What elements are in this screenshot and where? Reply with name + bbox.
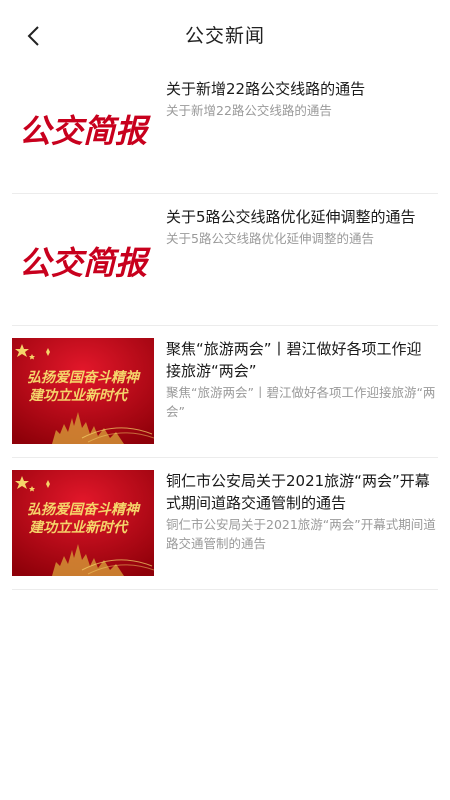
banner-text-line-1: 弘扬爱国奋斗精神 <box>27 501 141 518</box>
banner-text-line-2: 建功立业新时代 <box>28 519 129 536</box>
news-title: 铜仁市公安局关于2021旅游“两会”开幕式期间道路交通管制的通告 <box>166 472 430 512</box>
news-thumbnail: 公交简报 <box>12 74 154 180</box>
news-thumbnail: 弘扬爱国奋斗精神 建功立业新时代 <box>12 338 154 444</box>
news-summary: 聚焦“旅游两会”丨碧江做好各项工作迎接旅游“两会” <box>166 385 436 419</box>
page-title: 公交新闻 <box>184 25 265 47</box>
thumb-brand-text: 公交简报 <box>19 112 151 150</box>
banner-text-line-2: 建功立业新时代 <box>28 387 129 404</box>
news-title: 关于5路公交线路优化延伸调整的通告 <box>166 208 416 226</box>
news-item[interactable]: 公交简报 关于新增22路公交线路的通告 关于新增22路公交线路的通告 <box>12 62 438 194</box>
banner-text-line-1: 弘扬爱国奋斗精神 <box>27 369 141 386</box>
thumb-brand-text: 公交简报 <box>19 244 151 282</box>
news-title: 关于新增22路公交线路的通告 <box>166 80 366 98</box>
news-summary: 铜仁市公安局关于2021旅游“两会”开幕式期间道路交通管制的通告 <box>166 517 436 551</box>
news-summary: 关于新增22路公交线路的通告 <box>166 103 332 118</box>
news-thumbnail: 弘扬爱国奋斗精神 建功立业新时代 <box>12 470 154 576</box>
news-item[interactable]: 公交简报 关于5路公交线路优化延伸调整的通告 关于5路公交线路优化延伸调整的通告 <box>12 194 438 326</box>
news-thumbnail: 公交简报 <box>12 206 154 312</box>
news-item[interactable]: 弘扬爱国奋斗精神 建功立业新时代 铜仁市公安局关于2021旅游“两会”开幕式期间… <box>12 458 438 590</box>
news-list: 公交简报 关于新增22路公交线路的通告 关于新增22路公交线路的通告 公交简报 … <box>0 62 450 590</box>
news-item[interactable]: 弘扬爱国奋斗精神 建功立业新时代 聚焦“旅游两会”丨碧江做好各项工作迎接旅游“两… <box>12 326 438 458</box>
news-title: 聚焦“旅游两会”丨碧江做好各项工作迎接旅游“两会” <box>166 340 422 380</box>
news-summary: 关于5路公交线路优化延伸调整的通告 <box>166 231 374 246</box>
